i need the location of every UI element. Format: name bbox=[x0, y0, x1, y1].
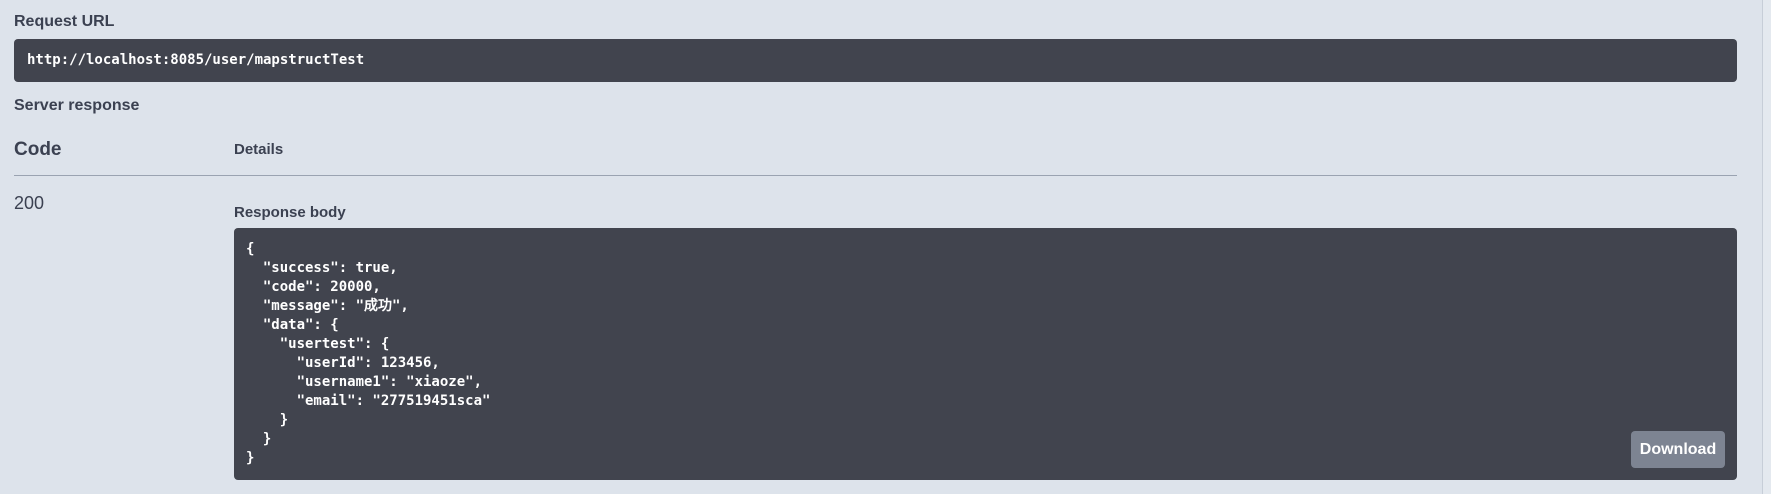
request-url-label: Request URL bbox=[14, 13, 115, 30]
json-line: "username1": "xiaoze", bbox=[246, 374, 483, 390]
request-url-box[interactable]: http://localhost:8085/user/mapstructTest bbox=[14, 39, 1737, 82]
request-url-value: http://localhost:8085/user/mapstructTest bbox=[27, 52, 365, 68]
page-scrollbar[interactable] bbox=[1762, 0, 1771, 494]
swagger-response-panel: Request URL http://localhost:8085/user/m… bbox=[0, 0, 1771, 494]
json-line: } bbox=[246, 431, 272, 447]
json-line: "message": "成功", bbox=[246, 298, 409, 314]
code-column-header: Code bbox=[14, 139, 62, 160]
json-line: "data": { bbox=[246, 317, 339, 333]
json-line: "code": 20000, bbox=[246, 279, 381, 295]
response-body-label: Response body bbox=[234, 204, 346, 221]
download-button[interactable]: Download bbox=[1631, 431, 1725, 468]
json-line: "userId": 123456, bbox=[246, 355, 440, 371]
json-line: } bbox=[246, 450, 255, 466]
response-status-code: 200 bbox=[14, 193, 45, 213]
table-divider bbox=[14, 175, 1737, 176]
json-line: "success": true, bbox=[246, 260, 398, 276]
response-body-box[interactable]: { "success": true, "code": 20000, "messa… bbox=[234, 228, 1737, 480]
response-body-json: { "success": true, "code": 20000, "messa… bbox=[246, 240, 1725, 468]
details-column-header: Details bbox=[234, 141, 284, 158]
json-line: "email": "277519451sca" bbox=[246, 393, 491, 409]
server-response-label: Server response bbox=[14, 97, 140, 114]
json-line: { bbox=[246, 241, 255, 257]
json-line: "usertest": { bbox=[246, 336, 390, 352]
json-line: } bbox=[246, 412, 289, 428]
